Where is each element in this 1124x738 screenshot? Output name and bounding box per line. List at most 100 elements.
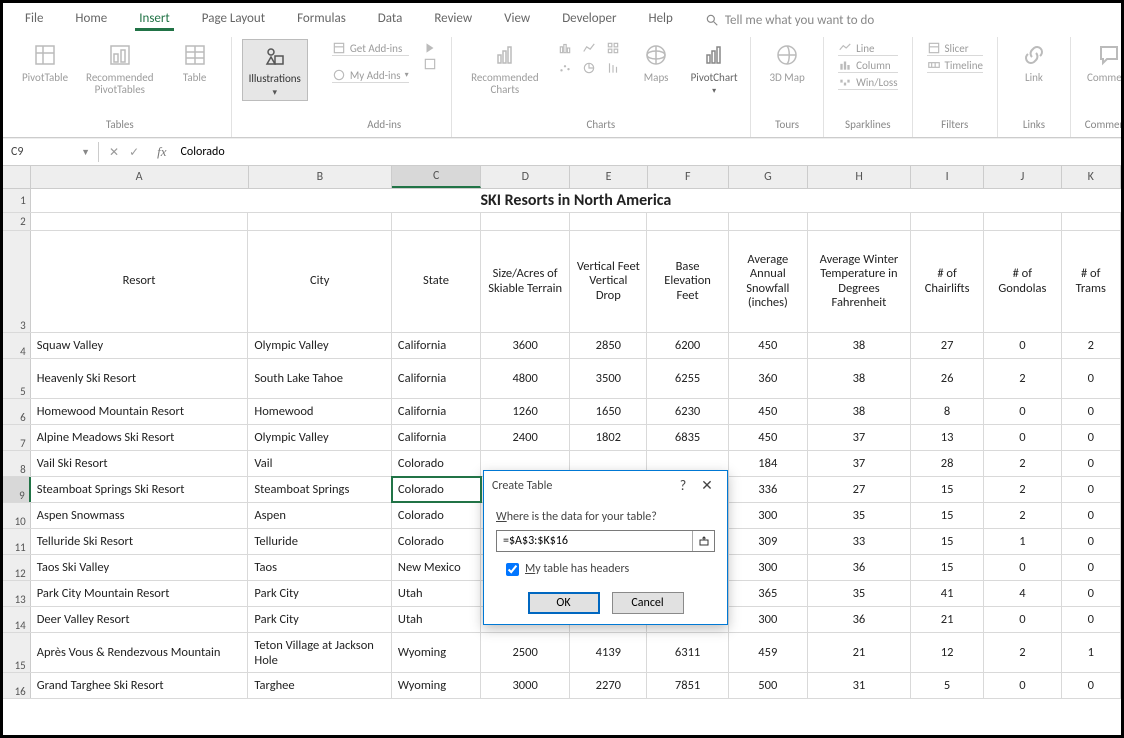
pivotchart-button[interactable]: PivotChart▾ xyxy=(688,39,740,98)
cell[interactable]: Wyoming xyxy=(392,633,481,672)
header-cell[interactable]: Vertical Feet Vertical Drop xyxy=(570,231,647,332)
menu-page-layout[interactable]: Page Layout xyxy=(198,9,269,31)
dialog-close-button[interactable]: ✕ xyxy=(695,477,719,494)
menu-help[interactable]: Help xyxy=(644,9,676,31)
cell[interactable]: 184 xyxy=(729,451,808,476)
cell[interactable]: Park City xyxy=(248,607,392,632)
cell[interactable]: 0 xyxy=(1062,451,1121,476)
select-all-corner[interactable] xyxy=(3,166,31,188)
cell[interactable]: 0 xyxy=(1062,555,1121,580)
menu-formulas[interactable]: Formulas xyxy=(293,9,350,31)
cell[interactable]: 2500 xyxy=(481,633,570,672)
cell[interactable]: 2 xyxy=(1062,333,1121,358)
menu-insert[interactable]: Insert xyxy=(135,9,174,31)
cell[interactable]: 300 xyxy=(729,607,808,632)
cell[interactable]: Telluride xyxy=(248,529,392,554)
row-header[interactable]: 4 xyxy=(3,333,31,358)
row-header[interactable]: 15 xyxy=(3,633,31,672)
sparkline-winloss-button[interactable]: Win/Loss xyxy=(838,75,897,90)
cell[interactable]: 450 xyxy=(729,399,808,424)
col-header-H[interactable]: H xyxy=(808,166,911,188)
cell[interactable]: 0 xyxy=(984,555,1061,580)
cell[interactable]: 13 xyxy=(911,425,984,450)
cell[interactable]: 6255 xyxy=(647,359,728,398)
cell[interactable]: Park City Mountain Resort xyxy=(31,581,249,606)
cell[interactable]: New Mexico xyxy=(392,555,481,580)
cell[interactable]: 0 xyxy=(1062,529,1121,554)
cell[interactable]: 2270 xyxy=(570,673,647,698)
cell[interactable]: 2850 xyxy=(570,333,647,358)
cell[interactable]: Colorado xyxy=(392,451,481,476)
row-header[interactable]: 10 xyxy=(3,503,31,528)
dialog-headers-checkbox[interactable]: My table has headers xyxy=(506,562,715,576)
col-header-K[interactable]: K xyxy=(1062,166,1121,188)
fx-icon[interactable]: fx xyxy=(149,144,174,160)
formula-input[interactable] xyxy=(175,142,1121,162)
cell[interactable]: 0 xyxy=(1062,359,1121,398)
cell[interactable]: Aspen xyxy=(248,503,392,528)
header-cell[interactable]: Resort xyxy=(31,231,249,332)
cell[interactable]: California xyxy=(392,399,481,424)
cell[interactable]: 0 xyxy=(1062,503,1121,528)
col-header-E[interactable]: E xyxy=(570,166,647,188)
col-header-C[interactable]: C xyxy=(392,166,481,188)
cell[interactable]: Taos Ski Valley xyxy=(31,555,249,580)
recommended-charts-button[interactable]: Recommended Charts xyxy=(462,39,548,98)
cell[interactable]: California xyxy=(392,359,481,398)
header-cell[interactable]: City xyxy=(248,231,392,332)
cell[interactable]: 26 xyxy=(911,359,984,398)
col-header-J[interactable]: J xyxy=(984,166,1061,188)
cell[interactable]: 4 xyxy=(984,581,1061,606)
cell[interactable]: 336 xyxy=(729,477,808,502)
maps-button[interactable]: Maps xyxy=(630,39,682,86)
cell[interactable]: 1650 xyxy=(570,399,647,424)
cell[interactable]: 38 xyxy=(808,399,911,424)
cell[interactable]: 27 xyxy=(911,333,984,358)
cell[interactable]: 4139 xyxy=(570,633,647,672)
header-cell[interactable]: Average Winter Temperature in Degrees Fa… xyxy=(808,231,911,332)
col-header-D[interactable]: D xyxy=(481,166,570,188)
name-box[interactable]: C9▼ xyxy=(3,142,99,162)
sparkline-column-button[interactable]: Column xyxy=(838,58,897,73)
recommended-pivottables-button[interactable]: Recommended PivotTables xyxy=(77,39,163,98)
hierarchy-chart-icon[interactable] xyxy=(606,41,620,55)
row-header[interactable]: 7 xyxy=(3,425,31,450)
people-graph-icon[interactable] xyxy=(423,57,437,71)
cell[interactable]: 38 xyxy=(808,359,911,398)
col-header-A[interactable]: A xyxy=(31,166,249,188)
cell[interactable]: 300 xyxy=(729,503,808,528)
cell[interactable]: 2 xyxy=(984,633,1061,672)
cell[interactable]: Deer Valley Resort xyxy=(31,607,249,632)
row-header[interactable]: 6 xyxy=(3,399,31,424)
cell[interactable]: 0 xyxy=(1062,607,1121,632)
cell[interactable]: 15 xyxy=(911,503,984,528)
cell[interactable]: 360 xyxy=(729,359,808,398)
cell[interactable]: 2 xyxy=(984,359,1061,398)
cell[interactable]: 15 xyxy=(911,555,984,580)
scatter-chart-icon[interactable] xyxy=(558,61,572,75)
cell[interactable]: 35 xyxy=(808,581,911,606)
row-header[interactable]: 12 xyxy=(3,555,31,580)
cell[interactable]: Targhee xyxy=(248,673,392,698)
tell-me-search[interactable]: Tell me what you want to do xyxy=(705,9,874,31)
dialog-range-input[interactable] xyxy=(497,531,692,551)
cell[interactable]: 365 xyxy=(729,581,808,606)
headers-checkbox-input[interactable] xyxy=(506,563,519,576)
comment-button[interactable]: Comment xyxy=(1081,39,1124,86)
cell[interactable]: 31 xyxy=(808,673,911,698)
cell[interactable]: 41 xyxy=(911,581,984,606)
bing-maps-icon[interactable] xyxy=(423,41,437,55)
cell[interactable]: Olympic Valley xyxy=(248,333,392,358)
row-header[interactable]: 16 xyxy=(3,673,31,698)
cell[interactable]: 0 xyxy=(1062,673,1121,698)
cell[interactable]: Heavenly Ski Resort xyxy=(31,359,249,398)
cell[interactable]: 3500 xyxy=(570,359,647,398)
cell[interactable]: 0 xyxy=(1062,477,1121,502)
row-header[interactable]: 13 xyxy=(3,581,31,606)
cell[interactable]: Steamboat Springs xyxy=(248,477,392,502)
cell[interactable]: 36 xyxy=(808,555,911,580)
menu-view[interactable]: View xyxy=(500,9,534,31)
cell[interactable]: 35 xyxy=(808,503,911,528)
cell[interactable]: Après Vous & Rendezvous Mountain xyxy=(31,633,249,672)
header-cell[interactable]: Size/Acres of Skiable Terrain xyxy=(481,231,570,332)
